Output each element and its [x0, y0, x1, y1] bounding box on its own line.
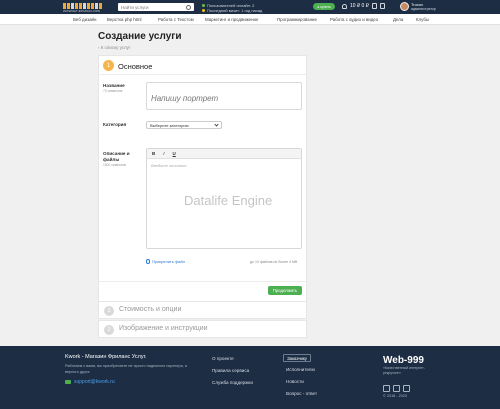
search-placeholder: Найти услуги [121, 4, 149, 10]
avatar[interactable] [400, 2, 409, 11]
footer-text: Работаем с вами, вы приобретаете не прос… [65, 364, 187, 374]
nav-item-deals[interactable]: Дела [393, 17, 403, 22]
paperclip-icon [146, 259, 150, 264]
attach-hint: до 10 файлов не более 4 MB [250, 260, 298, 264]
watermark: Datalife Engine [184, 193, 273, 208]
page-title: Создание услуги [98, 31, 182, 42]
editor-toolbar: B I U [147, 149, 301, 159]
nav-item-web-design[interactable]: Веб дизайн [73, 17, 96, 22]
mail-icon [65, 380, 71, 384]
nav-item-clubs[interactable]: Клубы [416, 17, 429, 22]
step-row-pricing[interactable]: 2 Стоимость и опции [98, 301, 307, 319]
user-role: администратор [411, 7, 436, 11]
footer-link-news[interactable]: Новости [286, 379, 304, 384]
attach-file-link[interactable]: Прикрепить файл [146, 259, 185, 264]
attach-label: Прикрепить файл [152, 259, 186, 264]
buy-button[interactable]: ● купить [313, 3, 335, 10]
step-title: Стоимость и опции [119, 306, 182, 313]
italic-button[interactable]: I [163, 151, 164, 156]
online-dot-icon [202, 4, 205, 7]
category-select[interactable]: Выберите категорию [146, 121, 222, 129]
logo-text: ИНТЕРНЕТ-ФРИЛАНС-КЛУБ [63, 9, 101, 13]
nav-item-programming[interactable]: Программирование [277, 17, 317, 22]
footer-link-faq[interactable]: Вопрос - ответ [286, 391, 317, 396]
nav-item-markup[interactable]: Верстка php html [107, 17, 142, 22]
footer-link-support[interactable]: Служба поддержки [212, 380, 253, 385]
footer-link-about[interactable]: О проекте [212, 356, 234, 361]
back-link[interactable]: ‹ К списку услуг [98, 45, 131, 50]
footer-title: Kwork - Магазин Фриланс Услуг. [65, 354, 147, 360]
footer-link-customer[interactable]: Заказчику [283, 354, 311, 362]
user-block[interactable]: Truxov администратор [411, 2, 436, 12]
social-icons [383, 385, 410, 392]
footer-brand: Web-999 [383, 355, 424, 366]
category-value: Выберите категорию [150, 122, 189, 128]
nav-item-marketing[interactable]: Маркетинг и продвижение [205, 17, 258, 22]
divider [98, 74, 307, 75]
chevron-down-icon [214, 121, 219, 127]
telegram-icon[interactable] [393, 385, 400, 392]
bold-button[interactable]: B [152, 151, 155, 156]
vk-icon[interactable] [383, 385, 390, 392]
underline-button[interactable]: U [173, 151, 176, 156]
footer-brand-tagline: «Качественный интернет-рекрутинг» [383, 366, 425, 375]
message-icon[interactable] [371, 3, 377, 9]
description-label: Описание и файлы [103, 151, 130, 162]
last-visit-text: Последний визит: 1 год назад [207, 8, 263, 13]
step-badge: 1 [103, 60, 114, 71]
name-hint: 70 символов [103, 89, 123, 93]
service-name-field[interactable]: Напишу портрет [146, 82, 302, 110]
category-label: Категория [103, 122, 127, 127]
copyright: © 2018 - 2020 [383, 394, 408, 398]
step-title: Изображение и инструкции [119, 325, 208, 332]
description-hint: 1500 символов [103, 163, 127, 167]
balance-counter: 10 ₽ 0 ₽ [350, 3, 369, 9]
step-badge: 2 [104, 306, 114, 316]
nav-item-text[interactable]: Работа с Текстом [158, 17, 194, 22]
step-badge: 3 [104, 325, 114, 335]
footer-link-freelancer[interactable]: Исполнителю [286, 367, 315, 372]
category-nav: Веб дизайн Верстка php html Работа с Тек… [0, 14, 500, 25]
logo-mark [63, 3, 107, 9]
cart-icon[interactable] [379, 3, 385, 9]
footer-email[interactable]: support@kwork.ru [65, 379, 115, 385]
last-visit: Последний визит: 1 год назад [202, 8, 262, 13]
bell-icon[interactable] [342, 3, 347, 9]
step-title: Основное [118, 62, 153, 71]
status-dot-icon [202, 9, 205, 12]
service-name-placeholder: Напишу портрет [151, 94, 219, 103]
footer-email-text: support@kwork.ru [74, 379, 115, 385]
nav-item-audio-video[interactable]: Работа с аудио и видео [330, 17, 378, 22]
continue-button[interactable]: Продолжить [268, 286, 302, 295]
description-placeholder: Введите описание [151, 163, 187, 168]
footer-link-rules[interactable]: Правила сервиса [212, 368, 249, 373]
step-row-images[interactable]: 3 Изображение и инструкции [98, 320, 307, 338]
youtube-icon[interactable] [403, 385, 410, 392]
header-icons: 10 ₽ 0 ₽ [342, 3, 385, 9]
description-editor[interactable]: B I U Введите описание Datalife Engine [146, 148, 302, 249]
site-logo[interactable]: ИНТЕРНЕТ-ФРИЛАНС-КЛУБ [63, 3, 107, 13]
search-icon[interactable] [186, 4, 191, 10]
search-input[interactable]: Найти услуги [118, 3, 194, 11]
divider [98, 281, 307, 282]
